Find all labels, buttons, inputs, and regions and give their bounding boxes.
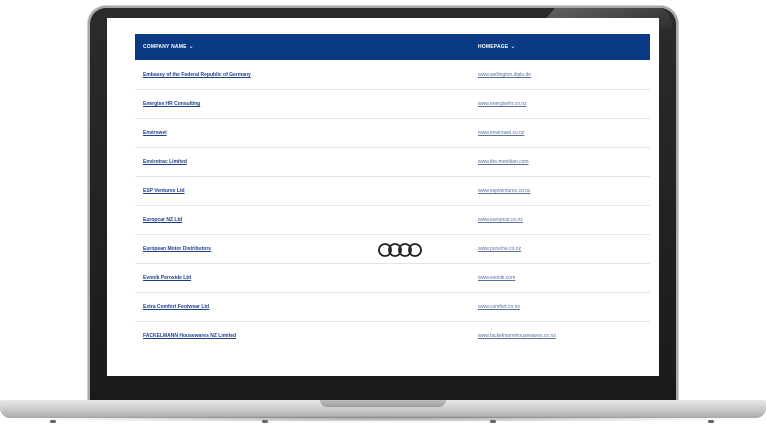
chevron-down-icon[interactable]: ⌄ <box>189 44 194 50</box>
column-header-company[interactable]: COMPANY NAME ⌄ <box>143 43 194 50</box>
table-row: Envirowel www.envirowel.co.nz <box>135 118 650 148</box>
homepage-link[interactable]: www.espventures.co.nz <box>478 188 531 194</box>
table-row: ESP Ventures Ltd www.espventures.co.nz <box>135 176 650 206</box>
company-link[interactable]: Europcar NZ Ltd <box>143 217 182 223</box>
homepage-link[interactable]: www.envirowel.co.nz <box>478 130 524 136</box>
company-link[interactable]: Extra Comfort Footwear Ltd <box>143 304 209 310</box>
company-link[interactable]: Evonik Peroxide Ltd <box>143 275 191 281</box>
table-row: Evonik Peroxide Ltd www.evonik.com <box>135 263 650 293</box>
company-link[interactable]: Energise HR Consulting <box>143 101 200 107</box>
table-row: FACKELMANN Housewares NZ Limited www.fac… <box>135 321 650 350</box>
table-header: COMPANY NAME ⌄ HOMEPAGE ⌄ <box>135 34 650 60</box>
laptop-foot <box>708 420 714 423</box>
homepage-link[interactable]: www.the-meridian.com <box>478 159 529 165</box>
laptop-shadow <box>16 416 750 422</box>
company-link[interactable]: European Motor Distributors <box>143 246 211 252</box>
company-link[interactable]: Embassy of the Federal Republic of Germa… <box>143 72 251 78</box>
table-row: Envirotrac Limited www.the-meridian.com <box>135 147 650 177</box>
chevron-down-icon[interactable]: ⌄ <box>510 44 515 50</box>
homepage-link[interactable]: www.energisehr.co.nz <box>478 101 527 107</box>
screen: COMPANY NAME ⌄ HOMEPAGE ⌄ Embassy of the F… <box>107 18 659 376</box>
laptop-opening-notch <box>320 400 446 407</box>
homepage-link[interactable]: www.wellington.diplo.de <box>478 72 531 78</box>
column-header-company-label: COMPANY NAME <box>143 44 187 50</box>
table-row: Extra Comfort Footwear Ltd www.comfort.c… <box>135 292 650 322</box>
homepage-link[interactable]: www.fackelmannhousewares.co.nz <box>478 333 556 339</box>
homepage-link[interactable]: www.evonik.com <box>478 275 515 281</box>
company-link[interactable]: ESP Ventures Ltd <box>143 188 185 194</box>
laptop-foot <box>262 420 268 423</box>
homepage-link[interactable]: www.comfort.co.nz <box>478 304 520 310</box>
column-header-homepage-label: HOMEPAGE <box>478 44 509 50</box>
laptop-foot <box>50 420 56 423</box>
four-rings-logo <box>378 243 422 257</box>
table-row: Embassy of the Federal Republic of Germa… <box>135 60 650 90</box>
company-link[interactable]: Envirowel <box>143 130 167 136</box>
laptop-foot <box>490 420 496 423</box>
table-row: Energise HR Consulting www.energisehr.co… <box>135 89 650 119</box>
column-header-homepage[interactable]: HOMEPAGE ⌄ <box>478 43 516 50</box>
table-row: Europcar NZ Ltd www.europcar.co.nz <box>135 205 650 235</box>
homepage-link[interactable]: www.porsche.co.nz <box>478 246 521 252</box>
homepage-link[interactable]: www.europcar.co.nz <box>478 217 523 223</box>
company-link[interactable]: FACKELMANN Housewares NZ Limited <box>143 333 236 339</box>
company-link[interactable]: Envirotrac Limited <box>143 159 187 165</box>
